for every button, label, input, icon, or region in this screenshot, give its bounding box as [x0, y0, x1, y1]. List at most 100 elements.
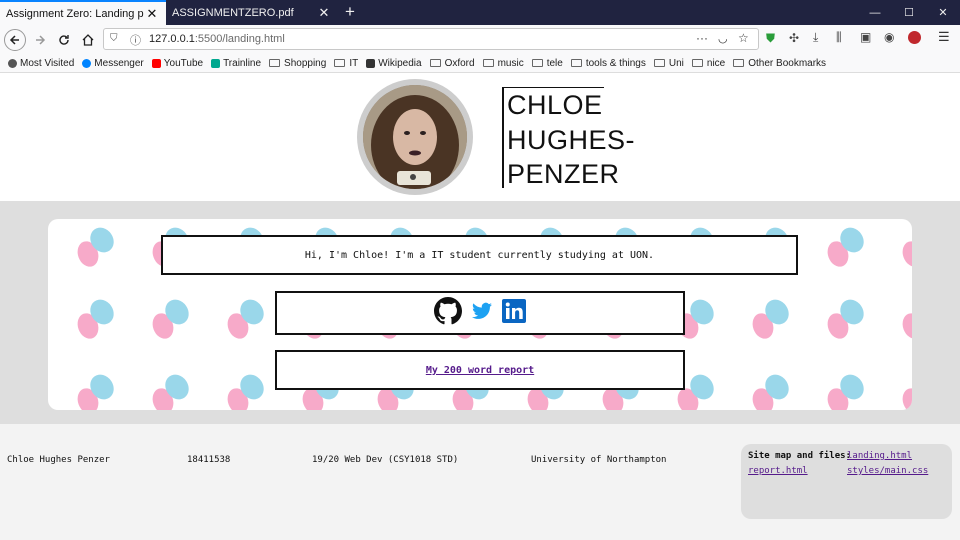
tab-title: ASSIGNMENTZERO.pdf	[172, 6, 294, 19]
footer-university: University of Northampton	[531, 455, 667, 465]
bookmark-item[interactable]: Oxford	[429, 57, 475, 69]
folder-icon	[482, 59, 494, 67]
folder-icon	[733, 59, 745, 67]
bookmark-item[interactable]: Trainline	[211, 58, 261, 69]
youtube-icon	[151, 58, 161, 68]
url-bar[interactable]: ⛉ ⓘ 127.0.0.1:5500/landing.html ··· ◡ ☆	[103, 28, 759, 50]
gear-icon	[8, 58, 17, 68]
linkedin-icon[interactable]	[502, 298, 526, 328]
bookmark-label: tools & things	[585, 57, 646, 69]
bookmark-label: music	[497, 57, 524, 69]
bookmarks-bar: Most Visited Messenger YouTube Trainline Sho…	[0, 54, 960, 73]
footer-module: 19/20 Web Dev (CSY1018 STD)	[312, 455, 459, 465]
account-icon[interactable]: ◉	[884, 30, 894, 44]
close-tab-icon[interactable]: ✕	[316, 5, 332, 21]
avatar	[357, 79, 473, 195]
pattern-card: Hi, I'm Chloe! I'm a IT student currentl…	[48, 219, 912, 410]
sitemap-title: Site map and files:	[748, 451, 851, 461]
bookmark-label: Oxford	[444, 57, 475, 69]
pattern-blob-pink	[899, 385, 912, 410]
bookmark-label: Most Visited	[20, 57, 75, 69]
name-line-middle: HUGHES-	[507, 125, 636, 155]
intro-box: Hi, I'm Chloe! I'm a IT student currentl…	[161, 235, 798, 275]
bookmark-item[interactable]: tele	[531, 57, 563, 69]
url-path: :5500/landing.html	[194, 33, 285, 45]
folder-icon	[269, 59, 281, 67]
bookmark-item[interactable]: IT	[334, 58, 358, 69]
new-tab-icon[interactable]: +	[340, 2, 360, 22]
bookmark-item[interactable]: YouTube	[151, 57, 204, 69]
download-icon[interactable]: ⤓	[813, 30, 818, 45]
tab-landing[interactable]: Assignment Zero: Landing page ✕	[0, 0, 166, 25]
bookmark-label: YouTube	[163, 57, 204, 69]
sitemap-link-styles[interactable]: styles/main.css	[847, 466, 928, 476]
bookmark-label: Shopping	[284, 57, 327, 69]
bookmark-item[interactable]: music	[482, 57, 524, 69]
browser-toolbar: ⛉ ⓘ 127.0.0.1:5500/landing.html ··· ◡ ☆ …	[0, 25, 960, 54]
sidebar-icon[interactable]: ▣	[860, 30, 871, 44]
sitemap-box: Site map and files: landing.html report.…	[741, 444, 952, 519]
wikipedia-icon	[366, 58, 376, 68]
bookmark-label: tele	[546, 57, 563, 69]
bookmark-label: Uni	[668, 57, 684, 69]
star-icon[interactable]: ☆	[738, 31, 749, 45]
close-tab-icon[interactable]: ✕	[144, 6, 160, 22]
bookmark-label: nice	[706, 57, 726, 69]
url-text: 127.0.0.1:5500/landing.html	[149, 33, 285, 45]
folder-icon	[570, 59, 582, 67]
name-line-first: CHLOE	[507, 90, 603, 120]
info-icon[interactable]: ⓘ	[130, 32, 141, 48]
bookmark-item[interactable]: Wikipedia	[366, 57, 422, 69]
bookmark-item[interactable]: Uni	[653, 57, 684, 69]
bookmark-item[interactable]: tools & things	[570, 57, 646, 69]
bookmark-label: IT	[349, 57, 359, 69]
trainline-icon	[211, 58, 221, 68]
forward-icon[interactable]	[29, 29, 51, 51]
tab-pdf[interactable]: ASSIGNMENTZERO.pdf ✕	[166, 0, 338, 25]
library-icon[interactable]: ⫼	[836, 30, 842, 45]
bookmark-item[interactable]: Shopping	[269, 58, 326, 69]
puzzle-icon[interactable]: ✣	[789, 31, 799, 45]
bookmark-item[interactable]: Other Bookmarks	[733, 58, 826, 69]
maximize-icon[interactable]: ☐	[894, 0, 924, 25]
footer-student-id: 18411538	[187, 455, 231, 465]
footer-name: Chloe Hughes Penzer	[7, 455, 110, 465]
name-line-last: PENZER	[507, 159, 620, 189]
bookmark-item[interactable]: Messenger	[82, 57, 144, 69]
twitter-icon[interactable]	[472, 302, 492, 325]
report-link-box: My 200 word report	[275, 350, 685, 390]
browser-tab-bar: Assignment Zero: Landing page ✕ ASSIGNME…	[0, 0, 960, 25]
folder-icon	[531, 59, 543, 67]
reload-icon[interactable]	[53, 29, 75, 51]
bookmark-label: Messenger	[94, 57, 144, 69]
page-actions-icon[interactable]: ···	[696, 31, 708, 45]
tab-title: Assignment Zero: Landing page	[6, 7, 144, 20]
shield-icon[interactable]: ⛉	[110, 33, 118, 44]
page-header: CHLOE HUGHES- PENZER	[0, 73, 960, 201]
bookmark-label: Trainline	[223, 57, 262, 69]
minimize-icon[interactable]: —	[860, 0, 890, 25]
sitemap-link-landing[interactable]: landing.html	[847, 451, 912, 461]
github-icon[interactable]	[434, 296, 462, 330]
folder-icon	[429, 59, 441, 67]
back-icon[interactable]	[4, 29, 26, 51]
url-host: 127.0.0.1	[149, 33, 195, 45]
folder-icon	[334, 59, 346, 67]
shield-extension-icon[interactable]: ⛊	[766, 31, 775, 46]
bookmark-label: Wikipedia	[378, 57, 422, 69]
pocket-icon[interactable]: ◡	[718, 32, 728, 45]
report-link[interactable]: My 200 word report	[426, 365, 534, 376]
bookmark-item[interactable]: nice	[691, 57, 726, 69]
folder-icon	[653, 59, 665, 67]
profile-photo	[363, 85, 467, 189]
sitemap-link-report[interactable]: report.html	[748, 466, 808, 476]
bookmark-item[interactable]: Most Visited	[8, 58, 74, 69]
window-close-icon[interactable]: ✕	[928, 0, 958, 25]
bookmark-label: Other Bookmarks	[748, 57, 827, 69]
menu-icon[interactable]: ☰	[938, 29, 950, 45]
social-links-box	[275, 291, 685, 335]
extension-icon[interactable]	[908, 31, 921, 44]
home-icon[interactable]	[77, 29, 99, 51]
intro-text: Hi, I'm Chloe! I'm a IT student currentl…	[304, 249, 655, 261]
folder-icon	[691, 59, 703, 67]
